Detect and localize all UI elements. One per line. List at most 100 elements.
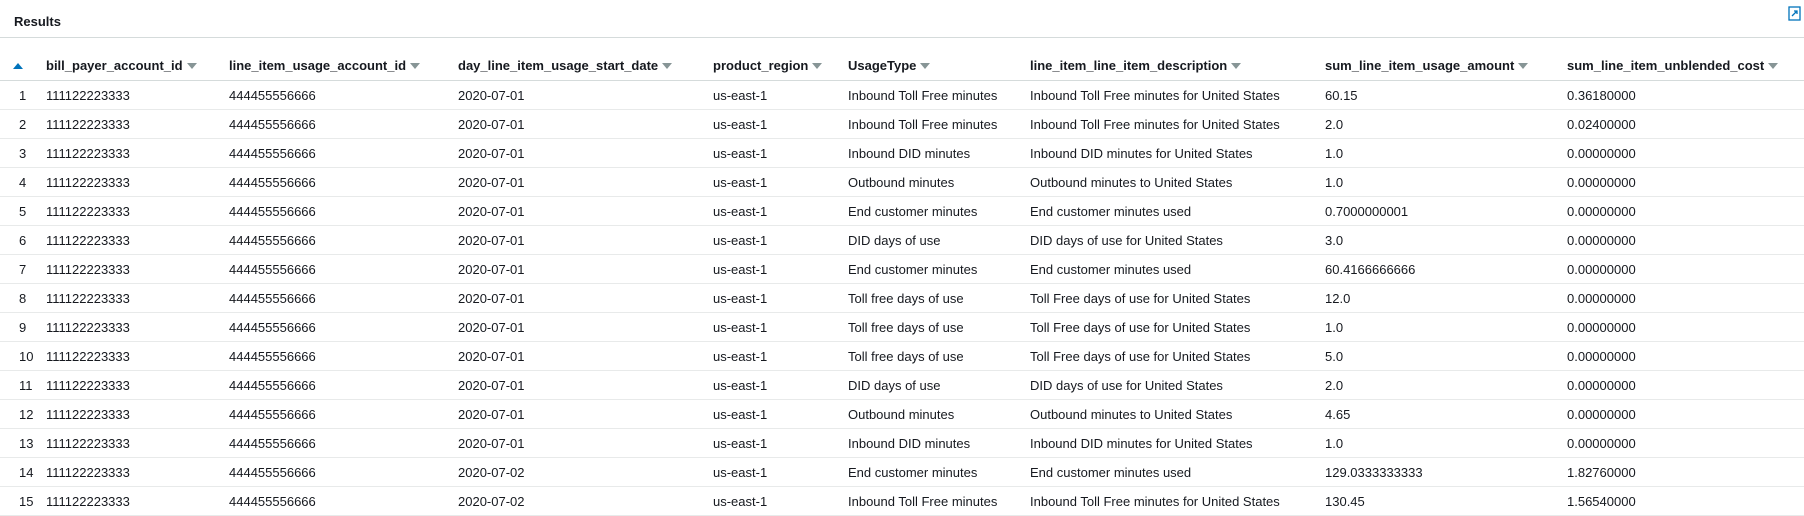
results-table-body: 1 111122223333 444455556666 2020-07-01 us-ea…	[0, 80, 1804, 516]
column-header-sum-usage-amount[interactable]: sum_line_item_usage_amount	[1325, 50, 1567, 81]
table-row[interactable]: 3 111122223333 444455556666 2020-07-01 us-ea…	[0, 138, 1804, 168]
unblended-cost-cell: 0.00000000	[1567, 196, 1804, 226]
row-number: 9	[0, 312, 46, 342]
usage-account-id-cell: 444455556666	[229, 225, 458, 255]
column-label: line_item_line_item_description	[1030, 58, 1228, 74]
description-cell: Inbound Toll Free minutes for United Sta…	[1030, 80, 1325, 110]
column-label: UsageType	[848, 58, 917, 74]
column-header-sum-unblended-cost[interactable]: sum_line_item_unblended_cost	[1567, 50, 1804, 81]
usage-amount-cell: 5.0	[1325, 341, 1567, 371]
description-cell: Toll Free days of use for United States	[1030, 341, 1325, 371]
results-header: Results	[0, 0, 1804, 38]
usage-account-id-cell: 444455556666	[229, 80, 458, 110]
usage-start-date-cell: 2020-07-01	[458, 80, 713, 110]
usage-type-cell: Inbound Toll Free minutes	[848, 486, 1030, 516]
table-row[interactable]: 5 111122223333 444455556666 2020-07-01 us-ea…	[0, 196, 1804, 226]
product-region-cell: us-east-1	[713, 341, 848, 371]
column-label: sum_line_item_usage_amount	[1325, 58, 1515, 74]
sort-caret-icon[interactable]	[1231, 62, 1242, 69]
product-region-cell: us-east-1	[713, 486, 848, 516]
table-row[interactable]: 9 111122223333 444455556666 2020-07-01 us-ea…	[0, 312, 1804, 342]
table-row[interactable]: 12 111122223333 444455556666 2020-07-01 us-e…	[0, 399, 1804, 429]
column-header-product-region[interactable]: product_region	[713, 50, 848, 81]
usage-start-date-cell: 2020-07-01	[458, 254, 713, 284]
usage-type-cell: Toll free days of use	[848, 312, 1030, 342]
bill-payer-account-id-cell: 111122223333	[46, 109, 229, 139]
usage-account-id-cell: 444455556666	[229, 312, 458, 342]
unblended-cost-cell: 0.00000000	[1567, 341, 1804, 371]
table-row[interactable]: 11 111122223333 444455556666 2020-07-01 us-e…	[0, 370, 1804, 400]
usage-type-cell: Inbound Toll Free minutes	[848, 80, 1030, 110]
usage-account-id-cell: 444455556666	[229, 283, 458, 313]
product-region-cell: us-east-1	[713, 138, 848, 168]
column-header-day-line-item-usage-start-date[interactable]: day_line_item_usage_start_date	[458, 50, 713, 81]
bill-payer-account-id-cell: 111122223333	[46, 399, 229, 429]
table-row[interactable]: 1 111122223333 444455556666 2020-07-01 us-ea…	[0, 80, 1804, 110]
usage-amount-cell: 2.0	[1325, 370, 1567, 400]
unblended-cost-cell: 1.56540000	[1567, 486, 1804, 516]
unblended-cost-cell: 0.00000000	[1567, 167, 1804, 197]
unblended-cost-cell: 0.00000000	[1567, 254, 1804, 284]
usage-amount-cell: 60.15	[1325, 80, 1567, 110]
sort-caret-icon[interactable]	[920, 62, 931, 69]
row-number: 3	[0, 138, 46, 168]
unblended-cost-cell: 0.02400000	[1567, 109, 1804, 139]
usage-amount-cell: 129.0333333333	[1325, 457, 1567, 487]
table-row[interactable]: 15 111122223333 444455556666 2020-07-02 us-e…	[0, 486, 1804, 516]
table-row[interactable]: 13 111122223333 444455556666 2020-07-01 us-e…	[0, 428, 1804, 458]
sort-caret-icon[interactable]	[662, 62, 673, 69]
usage-start-date-cell: 2020-07-01	[458, 109, 713, 139]
external-link-icon[interactable]	[1788, 6, 1802, 21]
product-region-cell: us-east-1	[713, 109, 848, 139]
column-header-line-item-usage-account-id[interactable]: line_item_usage_account_id	[229, 50, 458, 81]
description-cell: End customer minutes used	[1030, 457, 1325, 487]
usage-type-cell: DID days of use	[848, 225, 1030, 255]
column-header-usage-type[interactable]: UsageType	[848, 50, 1030, 81]
product-region-cell: us-east-1	[713, 370, 848, 400]
sort-caret-icon[interactable]	[1518, 62, 1529, 69]
usage-start-date-cell: 2020-07-01	[458, 283, 713, 313]
table-row[interactable]: 4 111122223333 444455556666 2020-07-01 us-ea…	[0, 167, 1804, 197]
table-row[interactable]: 7 111122223333 444455556666 2020-07-01 us-ea…	[0, 254, 1804, 284]
bill-payer-account-id-cell: 111122223333	[46, 428, 229, 458]
table-row[interactable]: 8 111122223333 444455556666 2020-07-01 us-ea…	[0, 283, 1804, 313]
product-region-cell: us-east-1	[713, 225, 848, 255]
product-region-cell: us-east-1	[713, 80, 848, 110]
description-cell: Toll Free days of use for United States	[1030, 312, 1325, 342]
usage-type-cell: End customer minutes	[848, 254, 1030, 284]
product-region-cell: us-east-1	[713, 167, 848, 197]
column-header-line-item-description[interactable]: line_item_line_item_description	[1030, 50, 1325, 81]
usage-account-id-cell: 444455556666	[229, 399, 458, 429]
usage-start-date-cell: 2020-07-02	[458, 486, 713, 516]
description-cell: Inbound Toll Free minutes for United Sta…	[1030, 109, 1325, 139]
usage-amount-cell: 130.45	[1325, 486, 1567, 516]
column-header-bill-payer-account-id[interactable]: bill_payer_account_id	[46, 50, 229, 81]
product-region-cell: us-east-1	[713, 399, 848, 429]
usage-amount-cell: 1.0	[1325, 138, 1567, 168]
usage-account-id-cell: 444455556666	[229, 167, 458, 197]
sort-caret-icon[interactable]	[410, 62, 421, 69]
sort-caret-icon[interactable]	[1768, 62, 1779, 69]
table-row[interactable]: 10 111122223333 444455556666 2020-07-01 us-e…	[0, 341, 1804, 371]
usage-amount-cell: 12.0	[1325, 283, 1567, 313]
sort-ascending-icon[interactable]	[13, 63, 23, 70]
table-row[interactable]: 2 111122223333 444455556666 2020-07-01 us-ea…	[0, 109, 1804, 139]
sort-caret-icon[interactable]	[812, 62, 823, 69]
unblended-cost-cell: 0.00000000	[1567, 370, 1804, 400]
row-number-header[interactable]	[0, 50, 46, 81]
table-header-row: bill_payer_account_id line_item_usage_ac…	[0, 50, 1804, 81]
usage-amount-cell: 0.7000000001	[1325, 196, 1567, 226]
results-title: Results	[14, 14, 61, 29]
usage-type-cell: Outbound minutes	[848, 399, 1030, 429]
product-region-cell: us-east-1	[713, 312, 848, 342]
description-cell: Inbound DID minutes for United States	[1030, 428, 1325, 458]
unblended-cost-cell: 0.00000000	[1567, 138, 1804, 168]
column-label: bill_payer_account_id	[46, 58, 183, 74]
table-row[interactable]: 14 111122223333 444455556666 2020-07-02 us-e…	[0, 457, 1804, 487]
sort-caret-icon[interactable]	[186, 62, 197, 69]
usage-account-id-cell: 444455556666	[229, 370, 458, 400]
usage-start-date-cell: 2020-07-01	[458, 225, 713, 255]
usage-account-id-cell: 444455556666	[229, 457, 458, 487]
table-row[interactable]: 6 111122223333 444455556666 2020-07-01 us-ea…	[0, 225, 1804, 255]
product-region-cell: us-east-1	[713, 254, 848, 284]
